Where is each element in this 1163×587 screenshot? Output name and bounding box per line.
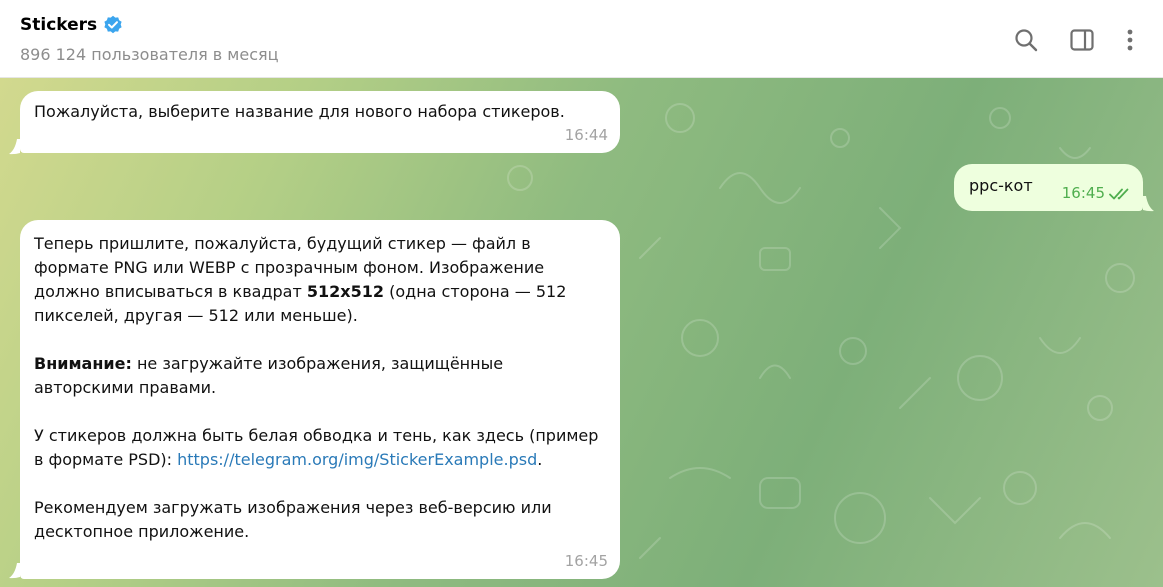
chat-subtitle: 896 124 пользователя в месяц	[20, 45, 279, 64]
chat-title: Stickers	[20, 15, 98, 35]
verified-badge-icon	[103, 15, 123, 35]
message-text: Пожалуйста, выберите название для нового…	[34, 102, 565, 121]
message-bold-text: Внимание:	[34, 354, 132, 373]
incoming-message[interactable]: Пожалуйста, выберите название для нового…	[20, 91, 620, 153]
chat-header: Stickers 896 124 пользователя в месяц	[0, 0, 1163, 78]
message-paragraph: Внимание: не загружайте изображения, защ…	[34, 352, 606, 400]
more-vertical-icon[interactable]	[1116, 26, 1144, 54]
message-paragraph: Рекомендуем загружать изображения через …	[34, 496, 606, 544]
chat-area[interactable]: Пожалуйста, выберите название для нового…	[0, 78, 1163, 587]
outgoing-message[interactable]: ррс-кот 16:45	[954, 164, 1143, 211]
message-text: ррс-кот	[969, 176, 1033, 195]
message-time: 16:44	[564, 126, 608, 144]
message-paragraph: Теперь пришлите, пожалуйста, будущий сти…	[34, 232, 606, 328]
incoming-message[interactable]: Теперь пришлите, пожалуйста, будущий сти…	[20, 220, 620, 579]
bubble-tail-left	[9, 563, 20, 579]
bubble-tail-left	[9, 139, 20, 155]
message-text: .	[537, 450, 543, 469]
bubble-tail-right	[1143, 196, 1154, 212]
sidebar-toggle-icon[interactable]	[1068, 26, 1096, 54]
message-time: 16:45	[564, 552, 608, 570]
search-icon[interactable]	[1012, 26, 1040, 54]
message-paragraph: У стикеров должна быть белая обводка и т…	[34, 424, 606, 472]
sticker-example-link[interactable]: https://telegram.org/img/StickerExample.…	[177, 450, 537, 469]
message-bold-text: 512x512	[306, 282, 385, 301]
message-time: 16:45	[1061, 184, 1105, 202]
double-check-icon	[1109, 188, 1129, 200]
message-text: Рекомендуем загружать изображения через …	[34, 498, 552, 541]
chat-title-row[interactable]: Stickers	[20, 13, 123, 37]
